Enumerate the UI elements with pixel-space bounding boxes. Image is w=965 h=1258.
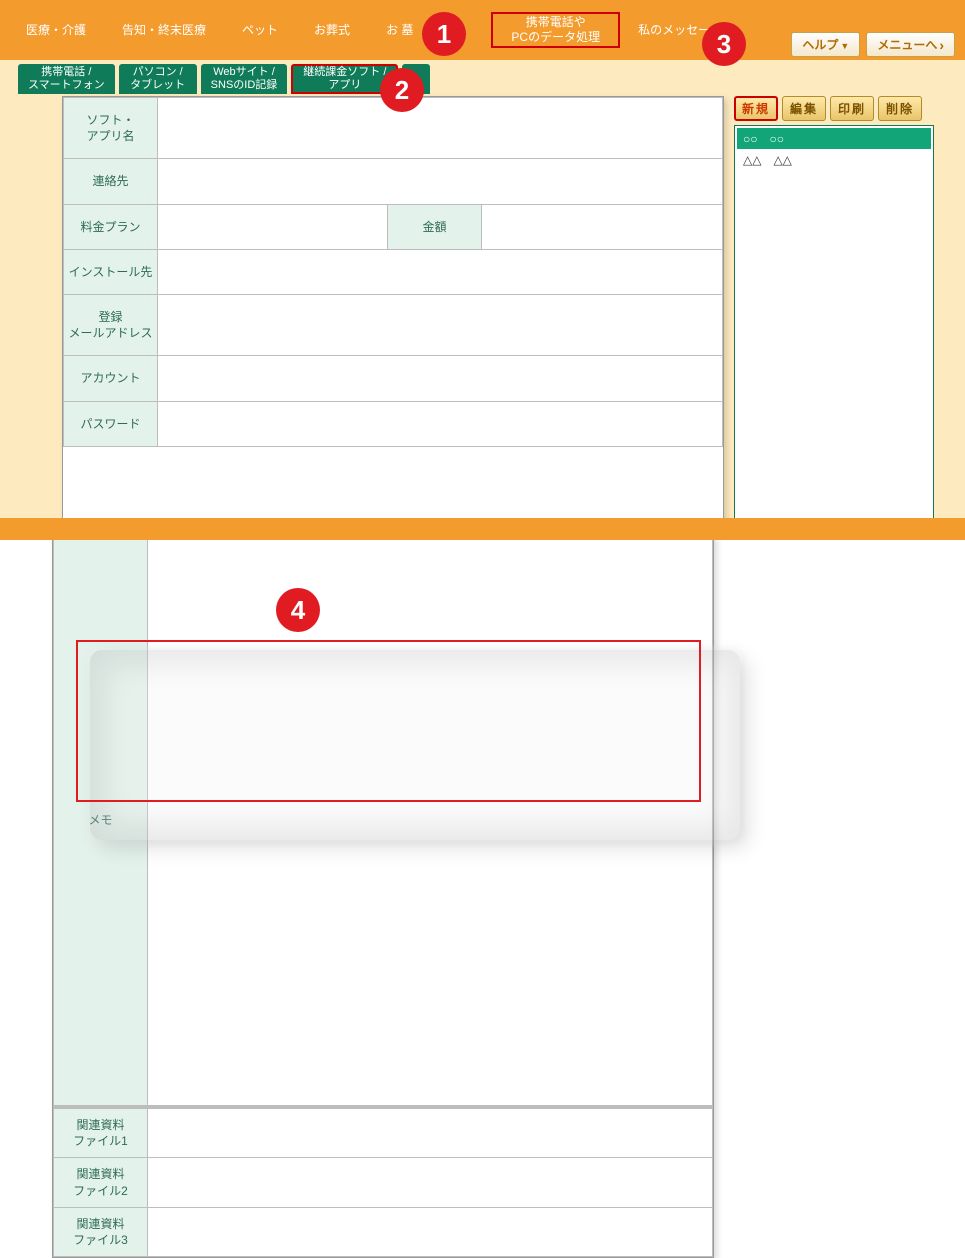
label-rel1: 関連資料 ファイル1 xyxy=(54,1108,148,1158)
field-install[interactable] xyxy=(158,249,723,294)
new-button[interactable]: 新規 xyxy=(734,96,778,121)
highlight-4-box xyxy=(76,640,701,802)
field-rel2[interactable] xyxy=(148,1158,713,1207)
callout-1: 1 xyxy=(422,12,466,56)
record-list: ○○ ○○ △△ △△ xyxy=(734,125,934,525)
label-email: 登録 メールアドレス xyxy=(64,294,158,355)
edit-button[interactable]: 編集 xyxy=(782,96,826,121)
label-memo: メモ xyxy=(54,536,148,1106)
tab-pc-tablet[interactable]: パソコン / タブレット xyxy=(119,64,197,94)
top-buttons: ヘルプ メニューへ xyxy=(791,32,955,57)
label-install: インストール先 xyxy=(64,249,158,294)
field-plan[interactable] xyxy=(158,204,388,249)
delete-button[interactable]: 削除 xyxy=(878,96,922,121)
field-account[interactable] xyxy=(158,356,723,401)
chevron-right-icon xyxy=(939,37,944,53)
label-plan: 料金プラン xyxy=(64,204,158,249)
label-amount: 金額 xyxy=(388,204,482,249)
nav-notice[interactable]: 告知・終末医療 xyxy=(104,12,224,48)
help-label: ヘルプ xyxy=(802,36,838,53)
label-rel3: 関連資料 ファイル3 xyxy=(54,1207,148,1256)
top-bar: 医療・介護 告知・終末医療 ペット お葬式 お 墓 携帯電話や PCのデータ処理… xyxy=(0,0,965,60)
side-panel: 新規 編集 印刷 削除 ○○ ○○ △△ △△ xyxy=(734,96,934,525)
side-buttons: 新規 編集 印刷 削除 xyxy=(734,96,934,121)
field-app-name[interactable] xyxy=(158,98,723,159)
label-app-name: ソフト・ アプリ名 xyxy=(64,98,158,159)
field-contact[interactable] xyxy=(158,159,723,204)
list-item[interactable]: △△ △△ xyxy=(737,149,931,170)
form-panel: ソフト・ アプリ名 連絡先 料金プラン 金額 インストール先 登録 メールアドレ… xyxy=(62,96,724,525)
label-password: パスワード xyxy=(64,401,158,446)
field-amount[interactable] xyxy=(482,204,723,249)
form-scroll[interactable]: ソフト・ アプリ名 連絡先 料金プラン 金額 インストール先 登録 メールアドレ… xyxy=(63,97,723,482)
nav-phone-pc-data[interactable]: 携帯電話や PCのデータ処理 xyxy=(491,12,620,48)
label-account: アカウント xyxy=(64,356,158,401)
label-contact: 連絡先 xyxy=(64,159,158,204)
callout-2: 2 xyxy=(380,68,424,112)
chevron-down-icon xyxy=(840,38,849,52)
callout-3: 3 xyxy=(702,22,746,66)
callout-4: 4 xyxy=(276,588,320,632)
nav-pet[interactable]: ペット xyxy=(224,12,296,48)
nav-funeral[interactable]: お葬式 xyxy=(296,12,368,48)
tab-smartphone[interactable]: 携帯電話 / スマートフォン xyxy=(18,64,115,94)
orange-footer-strip xyxy=(0,518,965,540)
form-table-rel: 関連資料 ファイル1 関連資料 ファイル2 関連資料 ファイル3 xyxy=(53,1106,713,1257)
form-table: ソフト・ アプリ名 連絡先 料金プラン 金額 インストール先 登録 メールアドレ… xyxy=(63,97,723,447)
nav-medical[interactable]: 医療・介護 xyxy=(8,12,104,48)
content-row: ソフト・ アプリ名 連絡先 料金プラン 金額 インストール先 登録 メールアドレ… xyxy=(10,96,955,525)
field-rel1[interactable] xyxy=(148,1108,713,1158)
field-rel3[interactable] xyxy=(148,1207,713,1256)
sub-tabs: 携帯電話 / スマートフォン パソコン / タブレット Webサイト / SNS… xyxy=(10,60,955,94)
menu-button[interactable]: メニューへ xyxy=(866,32,955,57)
list-item[interactable]: ○○ ○○ xyxy=(737,128,931,149)
menu-label: メニューへ xyxy=(877,36,937,53)
form-table-ext: メモ xyxy=(53,535,713,1106)
print-button[interactable]: 印刷 xyxy=(830,96,874,121)
help-button[interactable]: ヘルプ xyxy=(791,32,860,57)
field-password[interactable] xyxy=(158,401,723,446)
field-email[interactable] xyxy=(158,294,723,355)
field-memo[interactable] xyxy=(148,536,713,1106)
body-area: 携帯電話 / スマートフォン パソコン / タブレット Webサイト / SNS… xyxy=(0,60,965,535)
tab-web-sns[interactable]: Webサイト / SNSのID記録 xyxy=(201,64,288,94)
label-rel2: 関連資料 ファイル2 xyxy=(54,1158,148,1207)
